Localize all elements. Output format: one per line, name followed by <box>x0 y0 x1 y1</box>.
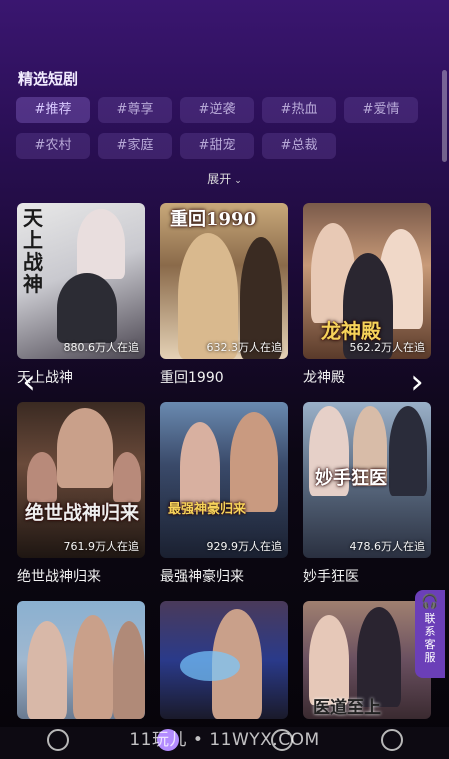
carousel-next-button[interactable]: › <box>402 362 432 402</box>
drama-card[interactable] <box>160 601 288 719</box>
viewer-count: 478.6万人在追 <box>349 540 426 553</box>
drama-poster: 最强神豪归来 929.9万人在追 <box>160 402 288 558</box>
drama-card[interactable]: 妙手狂医 478.6万人在追 妙手狂医 <box>303 402 431 586</box>
tag-sweet[interactable]: #甜宠 <box>180 133 254 159</box>
expand-button[interactable]: 展开 ⌄ <box>0 170 449 187</box>
drama-card[interactable] <box>17 601 145 719</box>
section-title: 精选短剧 <box>18 70 79 88</box>
drama-poster: 天上战神 880.6万人在追 <box>17 203 145 359</box>
tag-recommend[interactable]: #推荐 <box>16 97 90 123</box>
drama-card[interactable]: 重回1990 632.3万人在追 重回1990 <box>160 203 288 387</box>
viewer-count: 632.3万人在追 <box>206 341 283 354</box>
watermark: 11玩儿 • 11WYX.COM <box>129 730 320 750</box>
chevron-down-icon: ⌄ <box>234 176 242 186</box>
tag-romance[interactable]: #爱情 <box>344 97 418 123</box>
headset-icon: 🎧 <box>421 594 439 610</box>
tag-action[interactable]: #热血 <box>262 97 336 123</box>
drama-poster: 龙神殿 562.2万人在追 <box>303 203 431 359</box>
drama-title: 重回1990 <box>160 370 224 386</box>
drama-poster: 妙手狂医 478.6万人在追 <box>303 402 431 558</box>
drama-card[interactable]: 绝世战神归来 761.9万人在追 绝世战神归来 <box>17 402 145 586</box>
drama-title: 最强神豪归来 <box>160 569 244 585</box>
viewer-count: 880.6万人在追 <box>63 341 140 354</box>
expand-label: 展开 <box>207 172 232 186</box>
tag-rural[interactable]: #农村 <box>16 133 90 159</box>
tag-family[interactable]: #家庭 <box>98 133 172 159</box>
tag-ceo[interactable]: #总裁 <box>262 133 336 159</box>
drama-card[interactable]: 医道至上 <box>303 601 431 719</box>
drama-card[interactable]: 龙神殿 562.2万人在追 龙神殿 <box>303 203 431 387</box>
drama-poster: 绝世战神归来 761.9万人在追 <box>17 402 145 558</box>
drama-card[interactable]: 最强神豪归来 929.9万人在追 最强神豪归来 <box>160 402 288 586</box>
drama-poster: 医道至上 <box>303 601 431 719</box>
carousel-prev-button[interactable]: ‹ <box>14 362 44 402</box>
drama-poster <box>160 601 288 719</box>
tag-comeback[interactable]: #逆袭 <box>180 97 254 123</box>
viewer-count: 761.9万人在追 <box>63 540 140 553</box>
viewer-count: 562.2万人在追 <box>349 341 426 354</box>
customer-service-button[interactable]: 🎧 联系客服 <box>415 590 445 678</box>
drama-title: 妙手狂医 <box>303 569 359 585</box>
drama-poster: 重回1990 632.3万人在追 <box>160 203 288 359</box>
customer-service-label: 联系客服 <box>424 612 436 664</box>
scrollbar[interactable] <box>442 70 447 162</box>
drama-poster <box>17 601 145 719</box>
tag-premium[interactable]: #尊享 <box>98 97 172 123</box>
drama-card[interactable]: 天上战神 880.6万人在追 天上战神 <box>17 203 145 387</box>
viewer-count: 929.9万人在追 <box>206 540 283 553</box>
drama-title: 绝世战神归来 <box>17 569 101 585</box>
